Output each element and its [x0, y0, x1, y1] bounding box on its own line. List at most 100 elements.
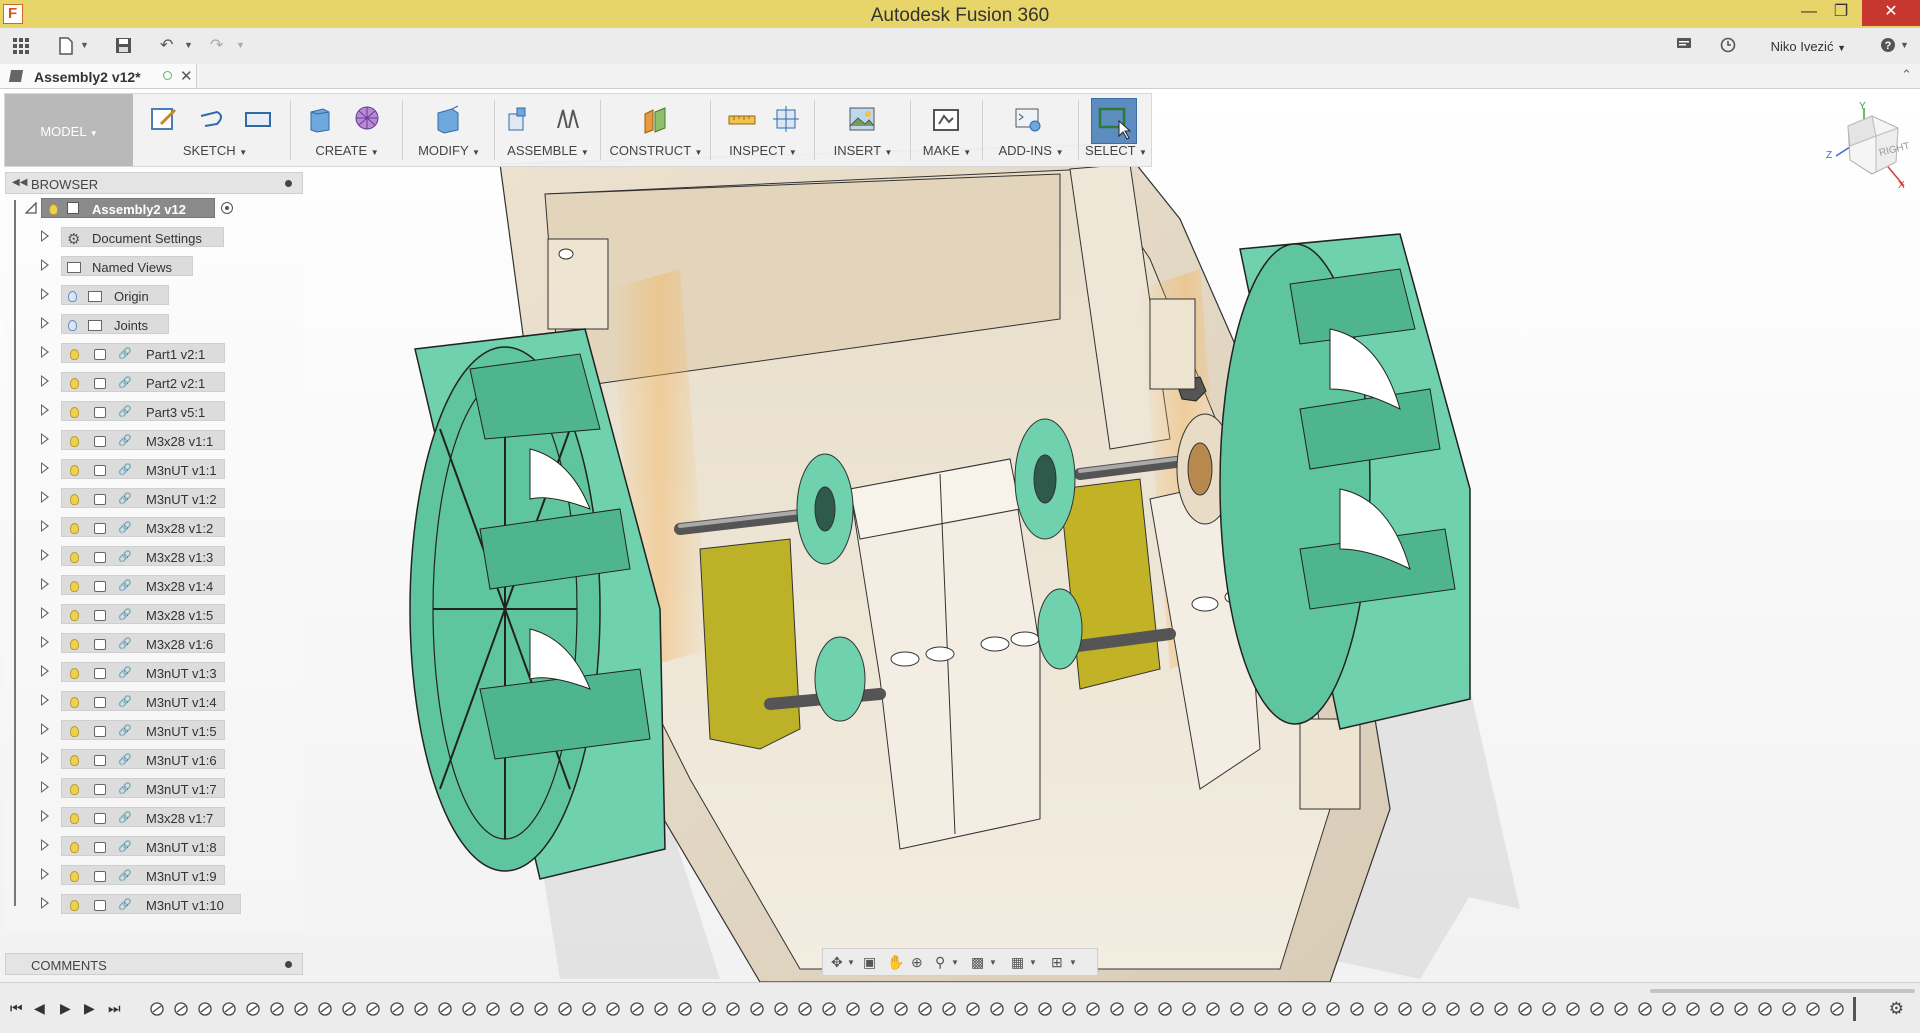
timeline-joint-marker[interactable] — [918, 1002, 932, 1016]
timeline-joint-marker[interactable] — [438, 1002, 452, 1016]
timeline-joint-marker[interactable] — [1470, 1002, 1484, 1016]
tree-item-node[interactable]: 🔗 Part1 v2:1 — [61, 343, 225, 363]
expand-triangle-icon[interactable] — [41, 230, 49, 242]
timeline-joint-marker[interactable] — [870, 1002, 884, 1016]
timeline-joint-marker[interactable] — [1278, 1002, 1292, 1016]
visibility-bulb-icon[interactable] — [70, 813, 79, 824]
tree-item-row[interactable]: 🔗 M3nUT v1:5 — [5, 718, 303, 742]
timeline-joint-marker[interactable] — [558, 1002, 572, 1016]
visibility-bulb-icon[interactable] — [70, 842, 79, 853]
timeline-joint-marker[interactable] — [1086, 1002, 1100, 1016]
browser-pin-icon[interactable] — [285, 180, 292, 187]
visibility-bulb-icon[interactable] — [70, 726, 79, 737]
timeline-joint-marker[interactable] — [1422, 1002, 1436, 1016]
timeline-joint-marker[interactable] — [246, 1002, 260, 1016]
timeline-joint-marker[interactable] — [1374, 1002, 1388, 1016]
undo-icon[interactable]: ↶ — [160, 37, 173, 55]
tree-item-row[interactable]: Named Views — [5, 254, 303, 278]
timeline-joint-marker[interactable] — [1518, 1002, 1532, 1016]
user-account-menu[interactable]: Niko Ivezić ▼ — [1771, 39, 1846, 54]
expand-triangle-icon[interactable] — [41, 375, 49, 387]
tree-item-node[interactable]: 🔗 M3x28 v1:6 — [61, 633, 225, 653]
tree-item-row[interactable]: 🔗 M3nUT v1:2 — [5, 486, 303, 510]
browser-header[interactable]: ◀◀ BROWSER — [5, 172, 303, 194]
toolbar-group-select[interactable]: SELECT ▼ — [1079, 94, 1153, 166]
press-pull-icon[interactable] — [433, 104, 463, 134]
timeline-joint-marker[interactable] — [534, 1002, 548, 1016]
expand-triangle-icon[interactable] — [41, 752, 49, 764]
toolbar-group-inspect[interactable]: INSPECT ▼ — [711, 94, 815, 166]
close-button[interactable]: ✕ — [1862, 0, 1920, 26]
tab-close-icon[interactable]: ✕ — [180, 67, 193, 85]
timeline-forward-icon[interactable]: ▶ — [84, 1000, 95, 1017]
tree-item-row[interactable]: 🔗 Part3 v5:1 — [5, 399, 303, 423]
tree-item-row[interactable]: Origin — [5, 283, 303, 307]
toolbar-group-modify[interactable]: MODIFY ▼ — [403, 94, 495, 166]
visibility-bulb-icon[interactable] — [70, 523, 79, 534]
tree-item-row[interactable]: 🔗 M3x28 v1:4 — [5, 573, 303, 597]
tree-item-node[interactable]: 🔗 M3x28 v1:3 — [61, 546, 225, 566]
restore-button[interactable]: ❐ — [1822, 0, 1860, 26]
visibility-bulb-icon[interactable] — [70, 349, 79, 360]
timeline-joint-marker[interactable] — [1350, 1002, 1364, 1016]
expand-triangle-icon[interactable] — [41, 259, 49, 271]
data-panel-grid-icon[interactable] — [12, 37, 30, 55]
timeline-joint-marker[interactable] — [342, 1002, 356, 1016]
tree-item-row[interactable]: 🔗 M3x28 v1:2 — [5, 515, 303, 539]
expand-triangle-icon[interactable] — [41, 897, 49, 909]
timeline-joint-marker[interactable] — [654, 1002, 668, 1016]
tree-item-node[interactable]: 🔗 M3x28 v1:7 — [61, 807, 225, 827]
timeline-joint-marker[interactable] — [822, 1002, 836, 1016]
timeline-joint-marker[interactable] — [1134, 1002, 1148, 1016]
timeline-joint-marker[interactable] — [1662, 1002, 1676, 1016]
timeline-settings-gear-icon[interactable]: ⚙ — [1889, 999, 1904, 1019]
tree-item-row[interactable]: ⚙ Document Settings — [5, 225, 303, 249]
timeline-joint-marker[interactable] — [1038, 1002, 1052, 1016]
tree-item-node[interactable]: 🔗 M3x28 v1:2 — [61, 517, 225, 537]
display-settings-icon[interactable]: ▩ — [971, 954, 984, 971]
timeline-joint-marker[interactable] — [294, 1002, 308, 1016]
grid-settings-icon[interactable]: ▦ — [1011, 954, 1024, 971]
timeline-joint-marker[interactable] — [1758, 1002, 1772, 1016]
tree-item-node[interactable]: 🔗 M3nUT v1:8 — [61, 836, 225, 856]
rectangle-tool-icon[interactable] — [243, 104, 273, 134]
timeline-joint-marker[interactable] — [1494, 1002, 1508, 1016]
tree-item-node[interactable]: ⚙ Document Settings — [61, 227, 224, 248]
timeline-joint-marker[interactable] — [774, 1002, 788, 1016]
select-tool-button[interactable] — [1091, 98, 1137, 144]
expanded-triangle-icon[interactable] — [25, 202, 37, 214]
timeline-track[interactable] — [145, 997, 1865, 1021]
tree-root-node[interactable]: Assembly2 v12 — [41, 198, 215, 218]
expand-triangle-icon[interactable] — [41, 636, 49, 648]
expand-triangle-icon[interactable] — [41, 723, 49, 735]
toolbar-group-sketch[interactable]: SKETCH ▼ — [139, 94, 291, 166]
timeline-joint-marker[interactable] — [1110, 1002, 1124, 1016]
expand-triangle-icon[interactable] — [41, 346, 49, 358]
expand-triangle-icon[interactable] — [41, 317, 49, 329]
timeline-joint-marker[interactable] — [606, 1002, 620, 1016]
timeline-joint-marker[interactable] — [1254, 1002, 1268, 1016]
timeline-back-icon[interactable]: ◀ — [34, 1000, 45, 1017]
visibility-bulb-icon[interactable] — [70, 639, 79, 650]
timeline-joint-marker[interactable] — [750, 1002, 764, 1016]
timeline-joint-marker[interactable] — [1830, 1002, 1844, 1016]
visibility-bulb-icon[interactable] — [70, 697, 79, 708]
timeline-joint-marker[interactable] — [318, 1002, 332, 1016]
expand-triangle-icon[interactable] — [41, 810, 49, 822]
tree-item-node[interactable]: 🔗 M3nUT v1:6 — [61, 749, 225, 769]
visibility-bulb-icon[interactable] — [70, 494, 79, 505]
timeline-joint-marker[interactable] — [486, 1002, 500, 1016]
expand-triangle-icon[interactable] — [41, 578, 49, 590]
expand-triangle-icon[interactable] — [41, 694, 49, 706]
tree-item-row[interactable]: 🔗 M3x28 v1:5 — [5, 602, 303, 626]
new-component-icon[interactable] — [505, 104, 535, 134]
tree-item-node[interactable]: 🔗 M3nUT v1:5 — [61, 720, 225, 740]
measure-icon[interactable] — [727, 104, 757, 134]
tree-item-node[interactable]: Joints — [61, 314, 169, 334]
visibility-bulb-icon[interactable] — [49, 204, 58, 215]
save-icon[interactable] — [115, 37, 132, 55]
expand-triangle-icon[interactable] — [41, 433, 49, 445]
tree-item-row[interactable]: 🔗 M3x28 v1:6 — [5, 631, 303, 655]
timeline-joint-marker[interactable] — [198, 1002, 212, 1016]
visibility-bulb-icon[interactable] — [70, 610, 79, 621]
